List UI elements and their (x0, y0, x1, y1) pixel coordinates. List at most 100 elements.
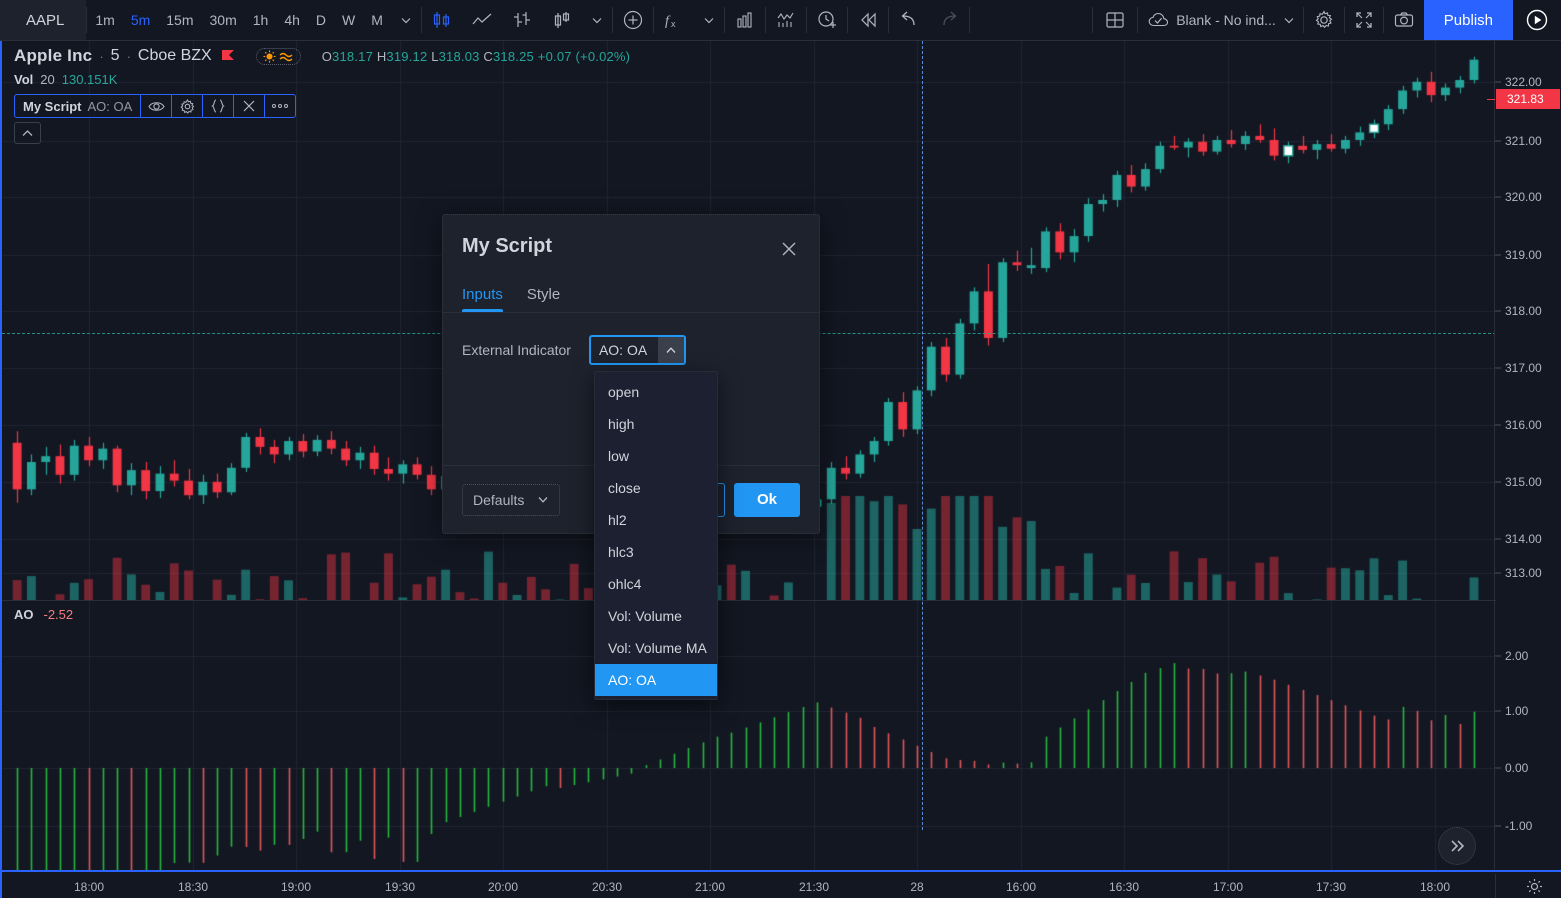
template-chevron-down-icon (1283, 14, 1295, 26)
timeframe-m[interactable]: M (363, 0, 391, 40)
financials-icon[interactable] (725, 0, 765, 40)
price-tick: 314.00 (1505, 532, 1542, 546)
legend-symbol-row: Apple Inc · 5 · Cboe BZX (14, 45, 630, 67)
price-tick: 319.00 (1505, 248, 1542, 262)
timeframe-1m[interactable]: 1m (87, 0, 122, 40)
volume-label: Vol (14, 72, 33, 87)
script-legend-row[interactable]: My Script AO: OA (14, 94, 296, 118)
session-indicator-icon[interactable] (256, 48, 301, 65)
price-tick-dash (1495, 368, 1501, 369)
eye-icon[interactable] (140, 95, 171, 117)
dropdown-item-vol-volume-ma[interactable]: Vol: Volume MA (595, 632, 717, 664)
ao-tick: 2.00 (1505, 649, 1528, 663)
time-tick: 18:30 (178, 880, 208, 894)
price-axis[interactable]: 322.00 321.00 320.00 319.00 318.00 317.0… (1494, 41, 1561, 600)
time-tick: 28 (910, 880, 923, 894)
legend-separator: · (99, 49, 103, 64)
close-icon[interactable] (775, 235, 803, 263)
ohlc-c-label: C (483, 49, 493, 64)
ao-price-axis[interactable]: 2.00 1.00 0.00 -1.00 (1494, 601, 1561, 871)
chevron-down-icon[interactable] (391, 0, 421, 40)
timeframe-15m[interactable]: 15m (158, 0, 201, 40)
ao-tick-dash (1495, 656, 1501, 657)
external-indicator-select[interactable]: AO: OA (589, 335, 686, 365)
dropdown-item-ohlc4[interactable]: ohlc4 (595, 568, 717, 600)
script-legend-title[interactable]: My Script AO: OA (15, 95, 140, 117)
ohlc-change-percent: (+0.02%) (576, 49, 631, 64)
dropdown-item-hl2[interactable]: hl2 (595, 504, 717, 536)
bar-series-icon[interactable] (502, 0, 542, 40)
scroll-to-realtime-button[interactable] (1438, 827, 1476, 865)
timeframe-label: 1h (253, 12, 269, 28)
plus-circle-icon[interactable] (613, 0, 653, 40)
dropdown-item-hlc3[interactable]: hlc3 (595, 536, 717, 568)
time-tick: 18:00 (1420, 880, 1450, 894)
chevron-up-icon[interactable] (658, 337, 684, 363)
dropdown-item-low[interactable]: low (595, 440, 717, 472)
dropdown-item-ao-oa[interactable]: AO: OA (595, 664, 717, 696)
external-indicator-row: External Indicator AO: OA (443, 313, 819, 365)
undo-icon[interactable] (889, 0, 929, 40)
grid-layout-icon[interactable] (1093, 0, 1137, 40)
dialog-header: My Script (443, 215, 819, 279)
publish-button[interactable]: Publish (1424, 0, 1513, 40)
indicators-chevron-down-icon[interactable] (694, 0, 724, 40)
gear-icon[interactable] (171, 95, 202, 117)
price-tick-dash (1495, 425, 1501, 426)
hollow-candle-icon[interactable] (542, 0, 582, 40)
replay-icon[interactable] (848, 0, 888, 40)
alarm-clock-plus-icon[interactable] (807, 0, 847, 40)
line-chart-icon[interactable] (462, 0, 502, 40)
time-tick: 19:30 (385, 880, 415, 894)
timeframe-label: 5m (131, 12, 150, 28)
price-tick: 322.00 (1505, 75, 1542, 89)
time-axis-divider (1495, 874, 1496, 898)
time-tick: 19:00 (281, 880, 311, 894)
camera-icon[interactable] (1384, 0, 1424, 40)
timeframe-w[interactable]: W (334, 0, 363, 40)
template-selector[interactable]: Blank - No ind... (1138, 0, 1303, 40)
dropdown-item-open[interactable]: open (595, 376, 717, 408)
timeframe-1h[interactable]: 1h (245, 0, 277, 40)
symbol-label: AAPL (26, 12, 64, 29)
timeframe-d[interactable]: D (308, 0, 334, 40)
source-code-icon[interactable] (202, 95, 233, 117)
dropdown-item-close[interactable]: close (595, 472, 717, 504)
chevron-up-icon[interactable] (14, 122, 41, 144)
fx-indicators-icon[interactable]: f x (654, 0, 694, 40)
ok-button[interactable]: Ok (734, 483, 800, 517)
candlestick-icon[interactable] (422, 0, 462, 40)
chart-type-chevron-down-icon[interactable] (582, 0, 612, 40)
dropdown-item-vol-volume[interactable]: Vol: Volume (595, 600, 717, 632)
more-horizontal-icon[interactable] (264, 95, 295, 117)
time-axis[interactable]: 18:00 18:30 19:00 19:30 20:00 20:30 21:0… (2, 870, 1561, 898)
defaults-button[interactable]: Defaults (462, 484, 560, 516)
ao-tick: 0.00 (1505, 761, 1528, 775)
svg-text:x: x (671, 19, 676, 29)
ohlc-l-label: L (431, 49, 438, 64)
ao-tick: -1.00 (1505, 819, 1532, 833)
top-toolbar: AAPL 1m 5m 15m 30m 1h 4h D W M (0, 0, 1561, 41)
ao-chart-canvas[interactable] (2, 601, 1496, 871)
price-tick-dash (1495, 311, 1501, 312)
strategy-tester-icon[interactable] (766, 0, 806, 40)
tab-inputs[interactable]: Inputs (462, 286, 503, 312)
timeframe-30m[interactable]: 30m (202, 0, 245, 40)
external-indicator-label: External Indicator (462, 342, 571, 358)
redo-icon[interactable] (929, 0, 969, 40)
time-tick: 21:00 (695, 880, 725, 894)
script-args: AO: OA (88, 99, 133, 114)
timeframe-4h[interactable]: 4h (276, 0, 308, 40)
defaults-label: Defaults (473, 492, 524, 508)
ao-indicator-pane[interactable] (2, 601, 1496, 871)
play-circle-icon[interactable] (1513, 0, 1561, 40)
symbol-search-button[interactable]: AAPL (0, 0, 86, 40)
close-icon[interactable] (233, 95, 264, 117)
gear-icon[interactable] (1526, 878, 1543, 895)
timeframe-5m[interactable]: 5m (123, 0, 158, 40)
fullscreen-icon[interactable] (1345, 0, 1383, 40)
dropdown-item-high[interactable]: high (595, 408, 717, 440)
price-tick-dash (1495, 141, 1501, 142)
gear-icon[interactable] (1304, 0, 1344, 40)
tab-style[interactable]: Style (527, 286, 560, 312)
